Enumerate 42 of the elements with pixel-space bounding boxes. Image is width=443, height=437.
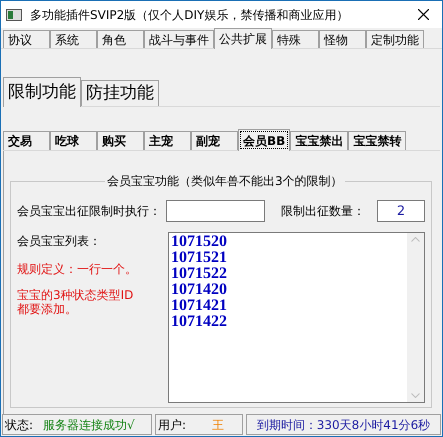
- tab[interactable]: 定制功能: [366, 30, 424, 48]
- list-entry: 1071522: [171, 266, 228, 282]
- status-label: 状态:: [5, 416, 34, 434]
- tab[interactable]: 战斗与事件: [144, 30, 214, 48]
- user-value: 王: [212, 416, 224, 434]
- app-icon: [6, 8, 22, 20]
- tab[interactable]: 主宠: [144, 131, 191, 150]
- tab[interactable]: 宝宝禁转: [348, 131, 406, 150]
- tab[interactable]: 公共扩展: [214, 28, 272, 49]
- rule-text: 规则定义：一行一个。: [17, 261, 138, 278]
- field-label: 会员宝宝出征限制时执行：: [17, 203, 162, 220]
- tab[interactable]: 交易: [3, 131, 50, 150]
- tab[interactable]: 特殊: [272, 30, 319, 48]
- list-entry: 1071420: [171, 282, 228, 298]
- text-area[interactable]: 1071520 1071521 1071522 1071420 1071421 1071422: [168, 232, 425, 403]
- input-field[interactable]: [166, 200, 266, 222]
- tab[interactable]: 副宠: [191, 131, 238, 150]
- user-label: 用户:: [158, 416, 186, 434]
- window-title: 多功能插件SVIP2版（仅个人DIY娱乐，禁传播和商业应用）: [30, 6, 348, 24]
- list-entry: 1071422: [171, 314, 228, 330]
- note-text: 宝宝的3种状态类型ID都要添加。: [17, 288, 134, 316]
- tab[interactable]: 宝宝禁出: [290, 131, 348, 150]
- list-entry: 1071520: [171, 234, 228, 250]
- tab[interactable]: 角色: [97, 30, 144, 48]
- tab[interactable]: 防挂功能: [81, 80, 159, 106]
- list-label: 会员宝宝列表：: [17, 233, 102, 250]
- input-field[interactable]: 2: [377, 200, 425, 222]
- tab[interactable]: 协议: [3, 30, 50, 48]
- status-value: 服务器连接成功√: [43, 416, 135, 434]
- tab[interactable]: 系统: [50, 30, 97, 48]
- expiry-text: 到期时间：330天8小时41分6秒: [256, 416, 430, 434]
- tab[interactable]: 怪物: [319, 30, 366, 48]
- scrollbar[interactable]: [407, 233, 424, 402]
- close-icon[interactable]: [418, 9, 429, 20]
- tab[interactable]: 购买: [97, 131, 144, 150]
- tab[interactable]: 会员BB: [238, 129, 290, 151]
- tab[interactable]: 限制功能: [3, 77, 81, 107]
- list-entry: 1071521: [171, 250, 228, 266]
- tab[interactable]: 吃球: [50, 131, 97, 150]
- field-label: 限制出征数量：: [281, 203, 366, 220]
- group-title: 会员宝宝功能（类似年兽不能出3个的限制）: [105, 173, 345, 189]
- list-entry: 1071421: [171, 298, 228, 314]
